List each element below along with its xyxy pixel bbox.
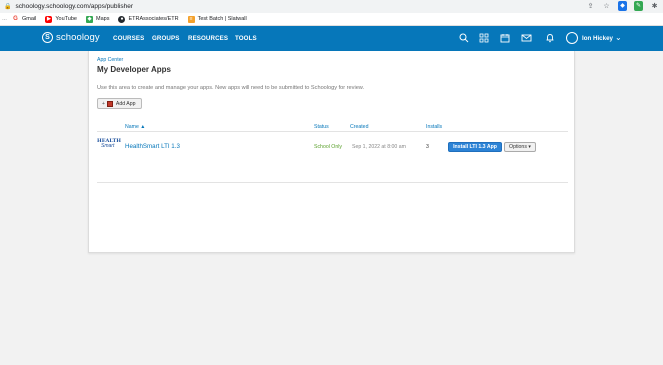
browser-address-bar: 🔒 schoology.schoology.com/apps/publisher… xyxy=(0,0,663,13)
bookmark-label: Maps xyxy=(96,16,110,22)
bookmark-label: Gmail xyxy=(22,16,37,22)
healthsmart-logo: HEALTH Smart xyxy=(97,139,121,151)
app-created-date: Sep 1, 2022 at 8:00 am xyxy=(352,144,406,150)
nav-tools[interactable]: TOOLS xyxy=(235,35,257,42)
user-avatar[interactable] xyxy=(566,32,578,44)
column-header-status[interactable]: Status xyxy=(314,124,329,130)
top-navbar: S schoology COURSES GROUPS RESOURCES TOO… xyxy=(0,26,663,51)
bookmark-gmail[interactable]: G Gmail xyxy=(12,16,36,23)
gmail-icon: G xyxy=(13,15,18,22)
logo-line-2: Smart xyxy=(101,143,115,149)
column-header-installs[interactable]: Installs xyxy=(426,124,442,130)
schoology-logo[interactable]: S schoology xyxy=(42,32,100,43)
app-install-count: 3 xyxy=(426,144,429,150)
plus-icon: + xyxy=(102,100,105,107)
bookmark-label: Test Batch | Slatwall xyxy=(197,16,247,22)
app-name-link[interactable]: HealthSmart LTI 1.3 xyxy=(125,143,180,150)
developer-apps-card: App Center My Developer Apps Use this ar… xyxy=(88,51,575,253)
bookmark-label: YouTube xyxy=(55,16,77,22)
breadcrumb[interactable]: App Center xyxy=(97,57,123,63)
bookmark-maps[interactable]: ◆ Maps xyxy=(86,15,110,23)
page-description: Use this area to create and manage your … xyxy=(97,85,365,91)
bookmarks-bar: … G Gmail ▶ YouTube ◆ Maps ● ETRAssociat… xyxy=(0,13,663,26)
lock-icon: 🔒 xyxy=(4,4,12,10)
bookmark-star-icon[interactable]: ☆ xyxy=(602,2,611,10)
install-lti-button[interactable]: Install LTI 1.3 App xyxy=(448,142,502,152)
add-app-button[interactable]: + Add App xyxy=(97,98,142,109)
bookmark-github[interactable]: ● ETRAssociates/ETR xyxy=(118,15,179,23)
nav-courses[interactable]: COURSES xyxy=(113,35,144,42)
chevron-down-icon[interactable]: ⌄ xyxy=(615,33,622,42)
github-icon: ● xyxy=(118,15,126,23)
bookmark-youtube[interactable]: ▶ YouTube xyxy=(45,15,77,23)
search-icon[interactable] xyxy=(458,33,469,44)
maps-icon: ◆ xyxy=(86,15,93,23)
bookmark-slatwall[interactable]: ≡ Test Batch | Slatwall xyxy=(187,15,247,23)
extension-icon-2[interactable]: ✎ xyxy=(634,1,643,11)
app-package-icon xyxy=(106,100,113,107)
app-status: School Only xyxy=(314,144,342,150)
schoology-logo-icon: S xyxy=(42,32,53,43)
page-title: My Developer Apps xyxy=(97,65,171,74)
bookmark-label: ETRAssociates/ETR xyxy=(128,16,179,22)
apps-icon[interactable]: … xyxy=(2,16,7,22)
nav-resources[interactable]: RESOURCES xyxy=(188,35,228,42)
header-divider xyxy=(97,131,568,132)
puzzle-icon[interactable]: ✱ xyxy=(650,2,659,10)
slatwall-icon: ≡ xyxy=(187,15,195,23)
browser-toolbar-icons: ⇪ ☆ ◆ ✎ ✱ xyxy=(586,1,659,11)
share-icon[interactable]: ⇪ xyxy=(586,2,595,10)
notifications-bell-icon[interactable] xyxy=(544,33,555,44)
add-app-label: Add App xyxy=(115,100,136,107)
logo-text: schoology xyxy=(56,32,100,43)
user-name[interactable]: Ion Hickey xyxy=(582,35,613,42)
nav-groups[interactable]: GROUPS xyxy=(152,35,179,42)
youtube-icon: ▶ xyxy=(45,15,53,23)
options-dropdown-button[interactable]: Options ▾ xyxy=(504,142,536,152)
url-field[interactable]: schoology.schoology.com/apps/publisher xyxy=(15,3,133,10)
column-header-name[interactable]: Name ▲ xyxy=(125,124,145,130)
grid-apps-icon[interactable] xyxy=(478,33,489,44)
extension-icon[interactable]: ◆ xyxy=(618,1,627,11)
messages-icon[interactable] xyxy=(521,33,532,44)
calendar-icon[interactable] xyxy=(499,33,510,44)
row-divider xyxy=(97,182,568,183)
column-header-created[interactable]: Created xyxy=(350,124,368,130)
